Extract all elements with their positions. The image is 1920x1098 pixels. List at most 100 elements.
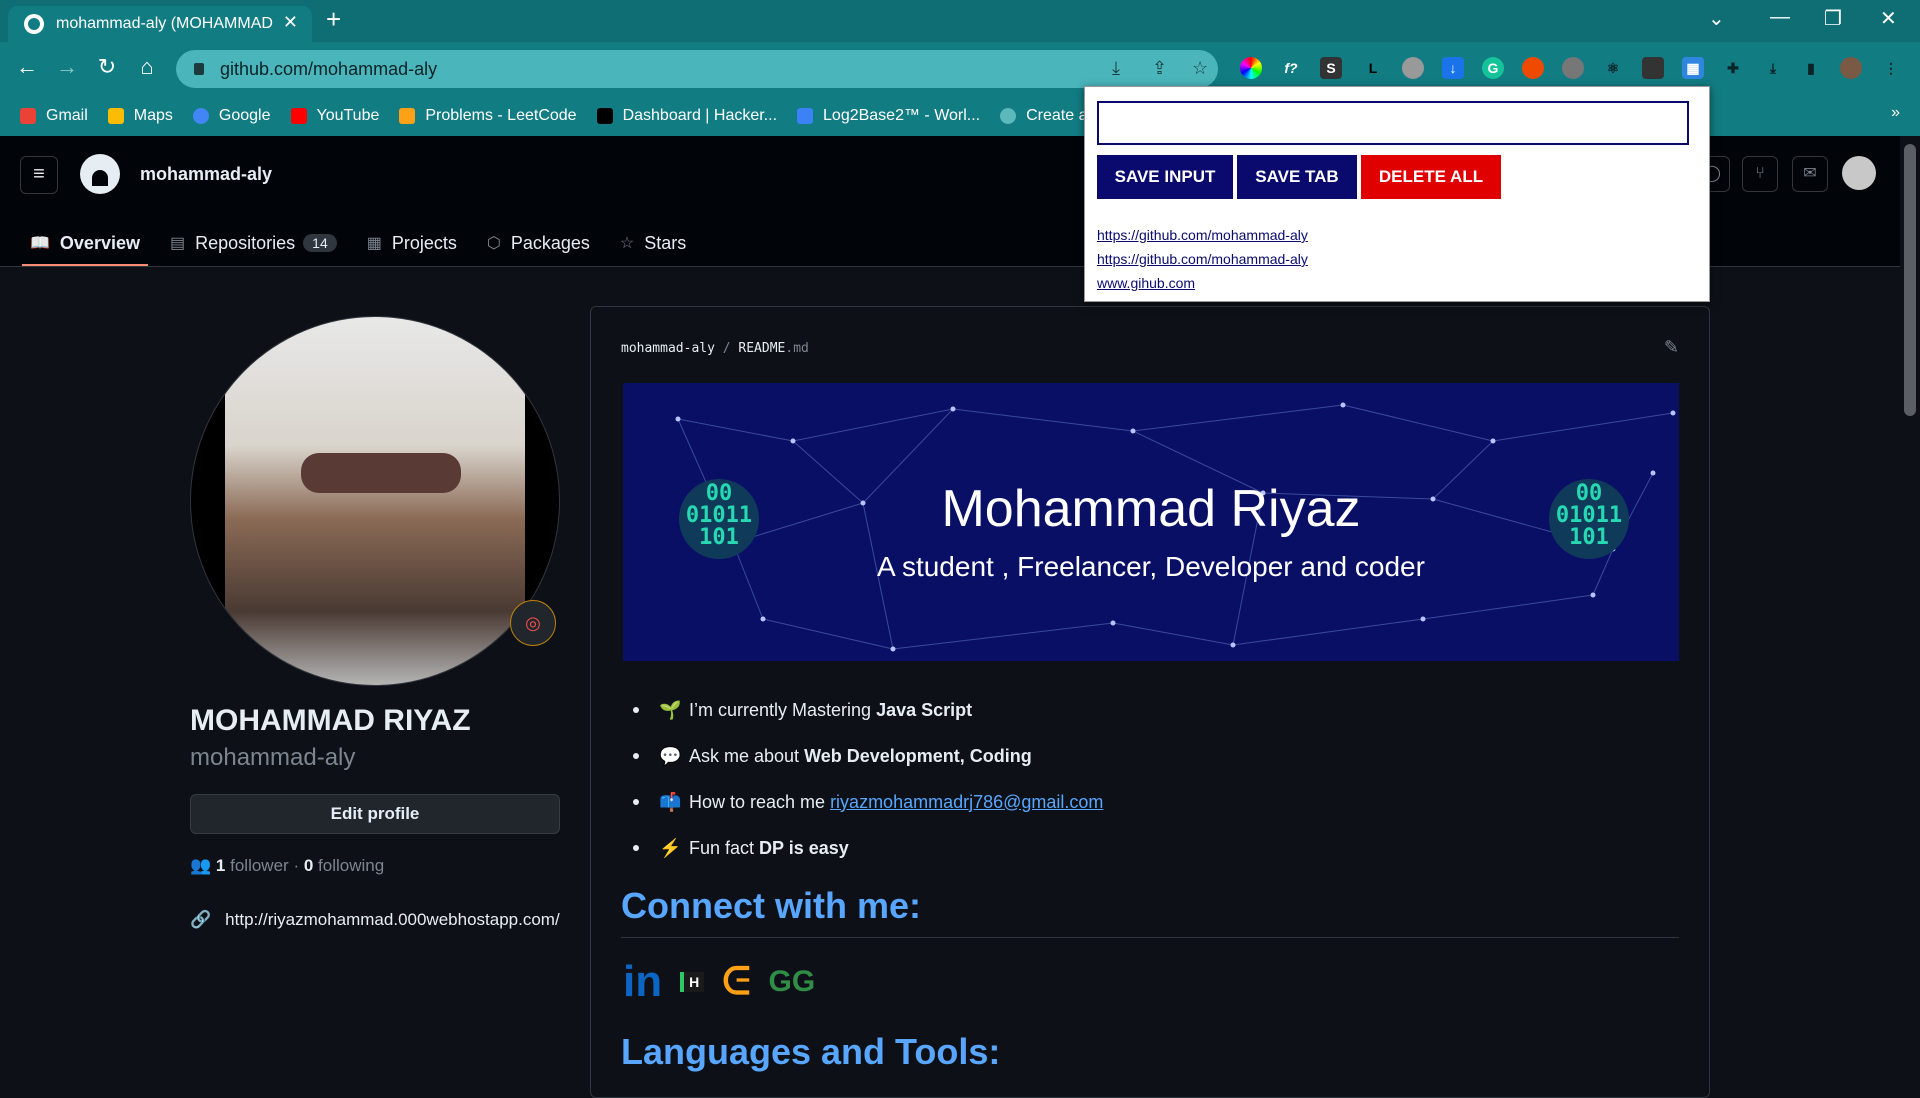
people-icon: 👥 bbox=[190, 856, 212, 875]
tab-packages[interactable]: ⬡ Packages bbox=[487, 220, 590, 266]
share-icon[interactable]: ⇪ bbox=[1152, 58, 1167, 79]
email-link[interactable]: riyazmohammadrj786@gmail.com bbox=[830, 792, 1103, 813]
bookmark-label: Log2Base2™ - Worl... bbox=[823, 107, 981, 124]
bookmark-log2base2[interactable]: Log2Base2™ - Worl... bbox=[797, 107, 980, 125]
leetcode-icon[interactable]: ᕮ bbox=[722, 961, 750, 1004]
inbox-icon[interactable]: ✉ bbox=[1792, 156, 1828, 192]
menu-kebab-icon[interactable]: ⋮ bbox=[1880, 57, 1902, 79]
status-target-icon[interactable]: ◎ bbox=[510, 600, 556, 646]
bookmark-label: Dashboard | Hacker... bbox=[622, 107, 778, 124]
minimize-icon[interactable]: — bbox=[1770, 6, 1790, 29]
tab-search-icon[interactable]: ⌄ bbox=[1708, 6, 1725, 31]
bookmark-youtube[interactable]: YouTube bbox=[290, 107, 379, 125]
home-icon[interactable]: ⌂ bbox=[132, 54, 162, 80]
tab-label: Overview bbox=[59, 232, 140, 253]
readme-file[interactable]: README bbox=[738, 341, 785, 356]
formula-extension-icon[interactable]: f? bbox=[1280, 57, 1302, 79]
profile-avatar-large[interactable] bbox=[190, 316, 560, 686]
readme-bullets: 🌱 I’m currently Mastering Java Script 💬 Ask… bbox=[633, 687, 1103, 871]
pull-requests-icon[interactable]: ⑂ bbox=[1742, 156, 1778, 192]
readme-panel: mohammad-aly / README.md ✎ 00 01011 101 … bbox=[590, 306, 1710, 1098]
saved-link[interactable]: https://github.com/mohammad-aly bbox=[1097, 223, 1308, 247]
bookmarks-overflow-icon[interactable]: » bbox=[1891, 104, 1900, 122]
close-tab-icon[interactable]: ✕ bbox=[283, 12, 298, 33]
download-extension-icon[interactable]: ↓ bbox=[1442, 57, 1464, 79]
bullet-bold: Java Script bbox=[876, 699, 973, 720]
linkedin-icon[interactable]: in bbox=[623, 957, 662, 1007]
star-icon: ☆ bbox=[619, 235, 635, 252]
bookmark-star-icon[interactable]: ☆ bbox=[1192, 58, 1208, 79]
tab-strip: mohammad-aly (MOHAMMAD ✕ + ⌄ — ❐ ✕ bbox=[0, 0, 1920, 42]
grammarly-icon[interactable]: G bbox=[1482, 57, 1504, 79]
saved-link[interactable]: www.gihub.com bbox=[1097, 271, 1308, 295]
extension-popup: SAVE INPUT SAVE TAB DELETE ALL https://g… bbox=[1084, 86, 1710, 302]
downloads-icon[interactable]: ⤓ bbox=[1762, 57, 1784, 79]
extensions-puzzle-icon[interactable]: ✚ bbox=[1722, 57, 1744, 79]
mailbox-icon: 📫 bbox=[659, 791, 682, 812]
reload-icon[interactable]: ↻ bbox=[92, 54, 122, 80]
website-link[interactable]: http://riyazmohammad.000webhostapp.com/ bbox=[225, 906, 560, 934]
delete-all-button[interactable]: DELETE ALL bbox=[1361, 155, 1501, 199]
save-input-button[interactable]: SAVE INPUT bbox=[1097, 155, 1233, 199]
bookmark-gmail[interactable]: Gmail bbox=[20, 107, 88, 125]
tab-overview[interactable]: 📖 Overview bbox=[22, 220, 148, 266]
profile-avatar[interactable] bbox=[1840, 57, 1862, 79]
tab-repositories[interactable]: ▤ Repositories 14 bbox=[170, 220, 337, 266]
side-panel-icon[interactable]: ▮ bbox=[1800, 57, 1822, 79]
list-item: 🌱 I’m currently Mastering Java Script bbox=[633, 687, 1103, 733]
scrollbar-thumb[interactable] bbox=[1904, 144, 1916, 416]
following-count[interactable]: 0 bbox=[304, 856, 313, 875]
s-extension-icon[interactable]: S bbox=[1320, 57, 1342, 79]
camera-extension-icon[interactable] bbox=[1402, 57, 1424, 79]
bookmark-google[interactable]: Google bbox=[192, 107, 271, 125]
tab-projects[interactable]: ▦ Projects bbox=[367, 220, 457, 266]
bullet-text: Fun fact bbox=[689, 837, 755, 858]
lightning-icon: ⚡ bbox=[659, 837, 682, 858]
window-extension-icon[interactable] bbox=[1642, 57, 1664, 79]
saved-link[interactable]: https://github.com/mohammad-aly bbox=[1097, 247, 1308, 271]
bookmark-leetcode[interactable]: Problems - LeetCode bbox=[399, 107, 577, 125]
followers-count[interactable]: 1 bbox=[216, 856, 225, 875]
color-picker-extension-icon[interactable] bbox=[1240, 57, 1262, 79]
header-username[interactable]: mohammad-aly bbox=[140, 164, 272, 185]
back-icon[interactable]: ← bbox=[12, 54, 42, 80]
popup-input[interactable] bbox=[1097, 101, 1689, 145]
browser-tab[interactable]: mohammad-aly (MOHAMMAD ✕ bbox=[8, 6, 312, 42]
leetcode-icon bbox=[399, 108, 416, 124]
bookmark-label: Problems - LeetCode bbox=[425, 107, 577, 124]
heading-divider bbox=[621, 937, 1679, 938]
edit-pencil-icon[interactable]: ✎ bbox=[1664, 337, 1679, 358]
bookmark-maps[interactable]: Maps bbox=[107, 107, 173, 125]
page-scrollbar[interactable] bbox=[1900, 136, 1920, 1080]
bookmark-hackerrank[interactable]: Dashboard | Hacker... bbox=[596, 107, 778, 125]
react-devtools-icon[interactable]: ⚛ bbox=[1602, 57, 1624, 79]
readme-owner[interactable]: mohammad-aly bbox=[621, 341, 715, 356]
new-tab-button[interactable]: + bbox=[326, 4, 341, 35]
languages-heading: Languages and Tools: bbox=[621, 1031, 1001, 1072]
install-icon[interactable]: ⤓ bbox=[1112, 58, 1120, 79]
bookmark-label: Maps bbox=[133, 107, 173, 124]
save-tab-button[interactable]: SAVE TAB bbox=[1237, 155, 1357, 199]
forward-icon[interactable]: → bbox=[52, 54, 82, 80]
photo-detail bbox=[301, 453, 461, 493]
following-label[interactable]: following bbox=[318, 856, 384, 875]
bullet-dot bbox=[633, 707, 639, 713]
followers-label[interactable]: follower bbox=[230, 856, 289, 875]
ublock-icon[interactable] bbox=[1522, 57, 1544, 79]
bullet-dot bbox=[633, 799, 639, 805]
profile-photo bbox=[225, 317, 525, 685]
hamburger-menu-icon[interactable]: ≡ bbox=[20, 156, 58, 194]
bug-extension-icon[interactable] bbox=[1562, 57, 1584, 79]
github-logo-icon[interactable] bbox=[80, 154, 120, 194]
user-avatar[interactable] bbox=[1842, 156, 1876, 190]
bookmark-label: Google bbox=[218, 107, 271, 124]
grid-extension-icon[interactable]: ▦ bbox=[1682, 57, 1704, 79]
tab-stars[interactable]: ☆ Stars bbox=[620, 220, 686, 266]
restore-icon[interactable]: ❐ bbox=[1824, 6, 1842, 31]
hackerrank-icon[interactable]: H bbox=[680, 972, 705, 992]
address-bar[interactable]: github.com/mohammad-aly ⤓ ⇪ ☆ bbox=[176, 50, 1218, 88]
l-extension-icon[interactable]: L bbox=[1362, 57, 1384, 79]
window-close-icon[interactable]: ✕ bbox=[1880, 6, 1897, 31]
edit-profile-button[interactable]: Edit profile bbox=[190, 794, 560, 834]
geeksforgeeks-icon[interactable]: GG bbox=[769, 965, 816, 999]
